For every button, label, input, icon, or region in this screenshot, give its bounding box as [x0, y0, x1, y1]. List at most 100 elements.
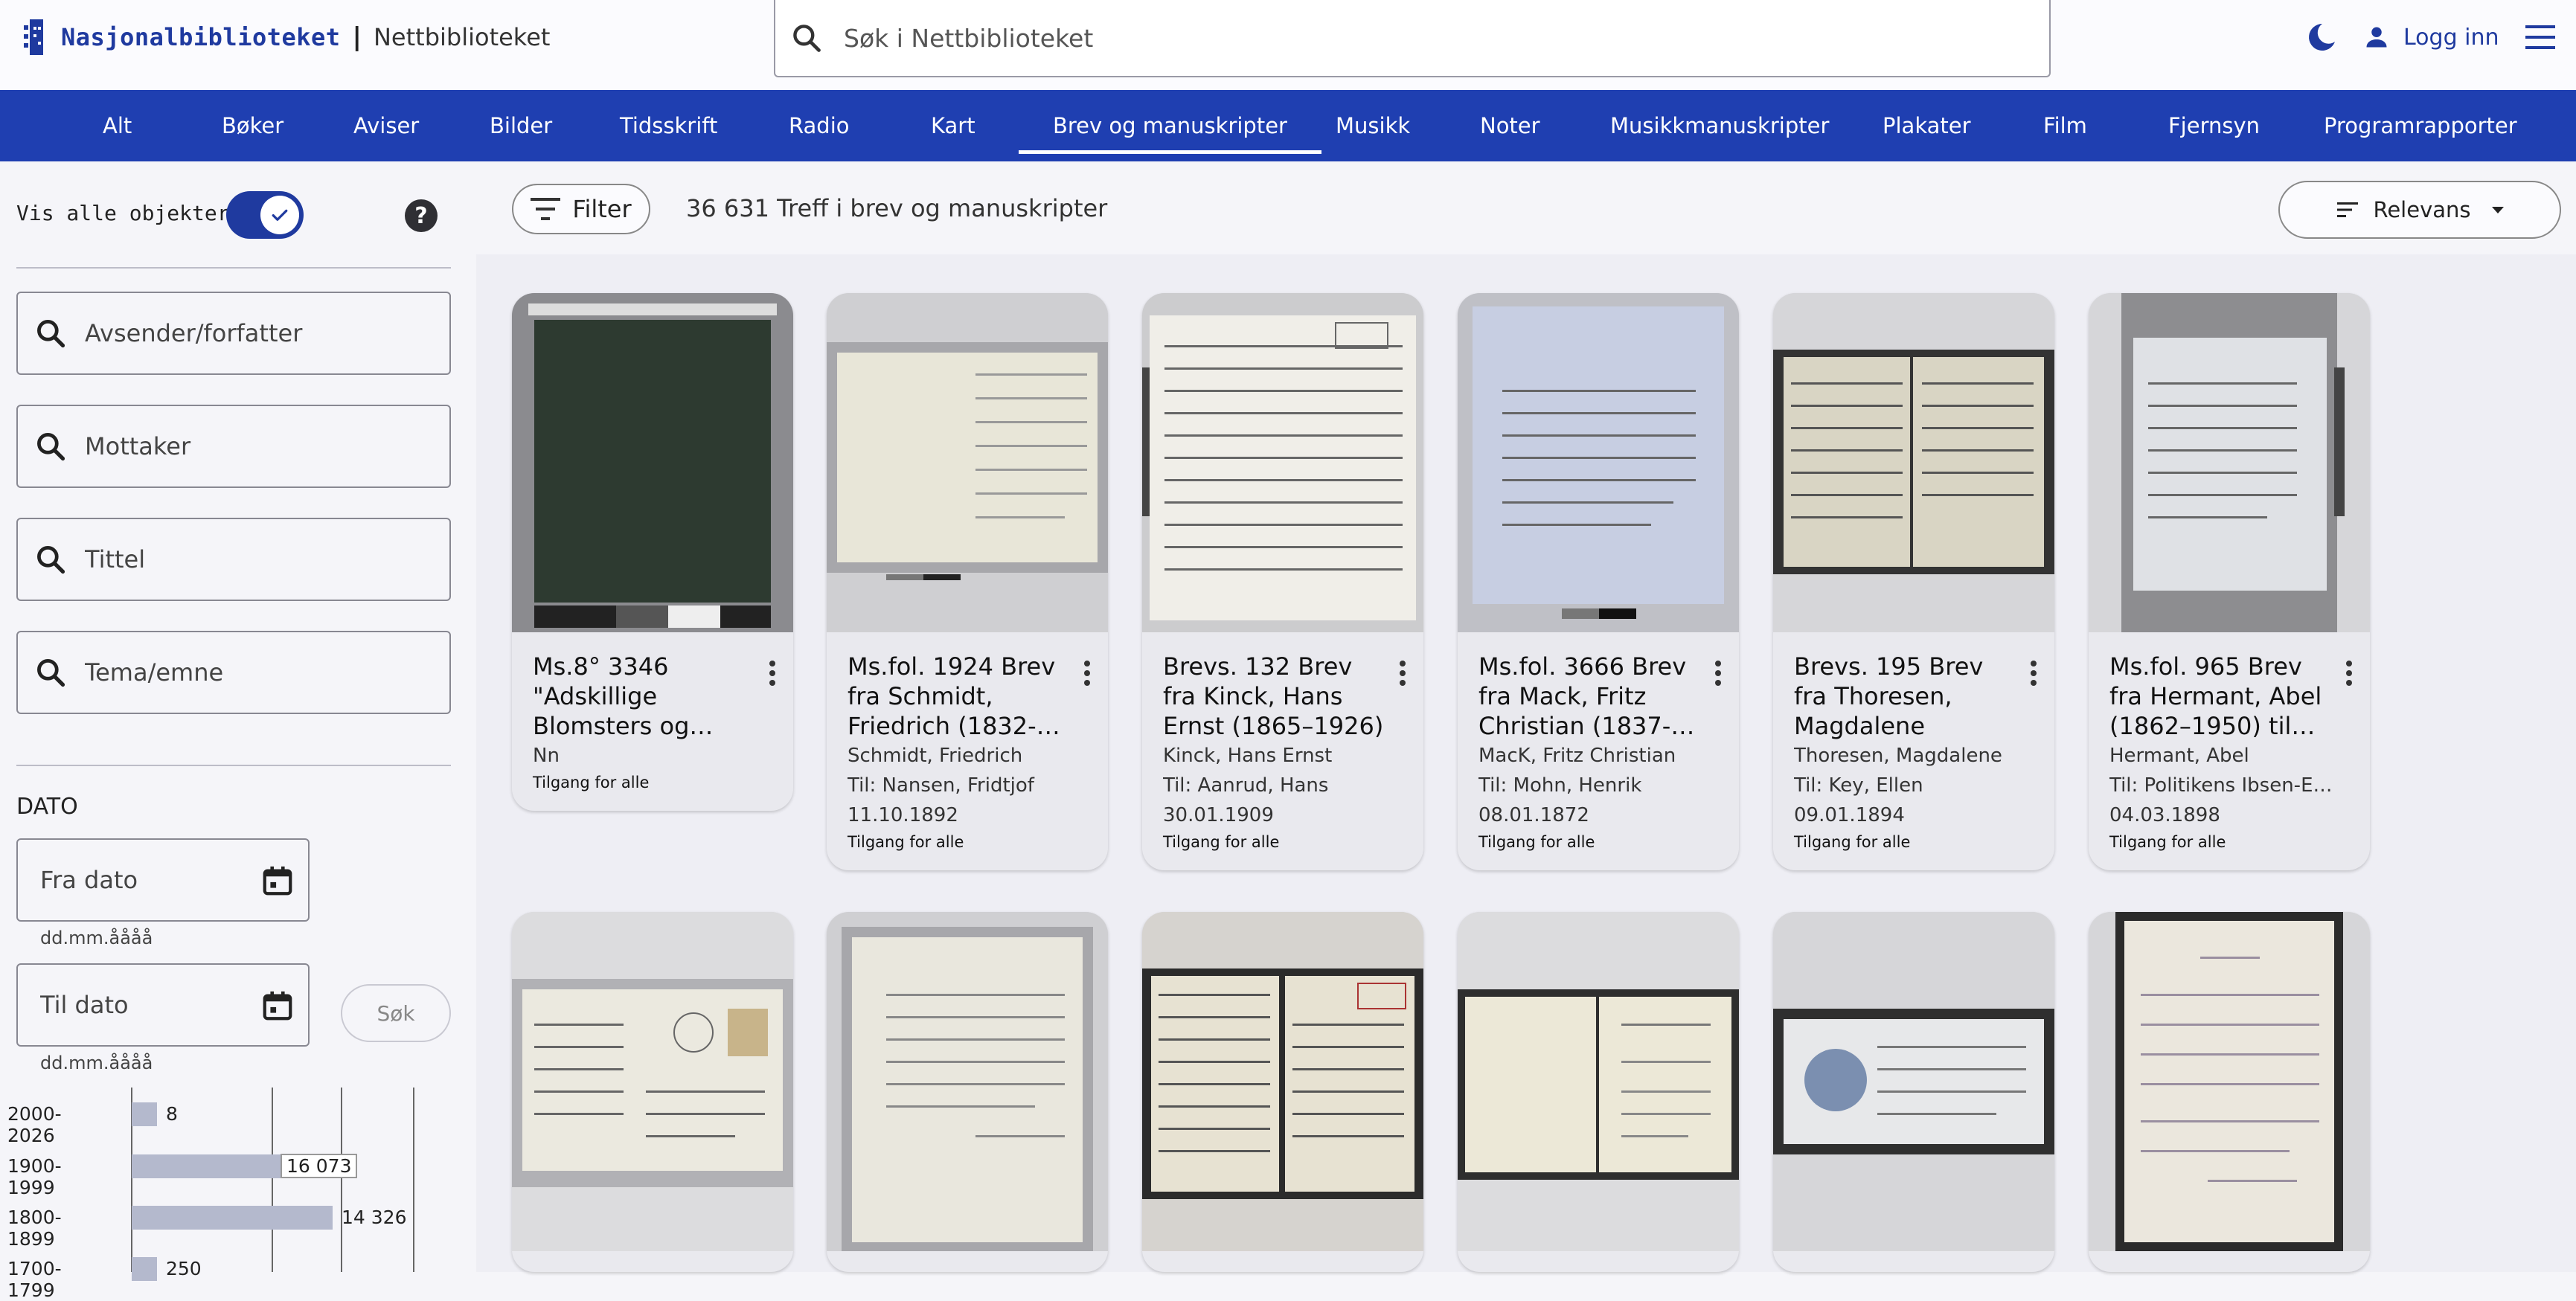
card-body: Ms.8° 3346 "Adskillige Blomsters og… Nn …: [512, 632, 793, 811]
login-button[interactable]: Logg inn: [2363, 18, 2499, 57]
filter-button[interactable]: Filter: [512, 184, 650, 234]
calendar-icon[interactable]: [260, 864, 295, 898]
card-access: Tilgang for alle: [848, 833, 964, 851]
nav-tab-fjernsyn[interactable]: Fjernsyn: [2168, 90, 2260, 161]
result-card[interactable]: Ms.fol. 1924 Brev fra Schmidt, Friedrich…: [827, 293, 1108, 870]
letter-thumbnail: [827, 912, 1108, 1251]
help-icon[interactable]: ?: [405, 199, 438, 232]
histogram-label: 2000-2026: [7, 1103, 62, 1146]
nav-tab-plakater[interactable]: Plakater: [1883, 90, 1971, 161]
card-access: Tilgang for alle: [1794, 833, 1911, 851]
card-body: Brevs. 195 Brev fra Thoresen, Magdalene …: [1773, 632, 2054, 870]
to-date-input[interactable]: [40, 991, 249, 1019]
user-icon: [2366, 27, 2387, 48]
letter-thumbnail: [1142, 293, 1423, 632]
card-title[interactable]: Ms.8° 3346 "Adskillige Blomsters og…: [533, 652, 756, 741]
card-recipient: Til: Aanrud, Hans: [1163, 774, 1329, 797]
card-date: 04.03.1898: [2109, 804, 2220, 826]
nav-tab-noter[interactable]: Noter: [1480, 90, 1540, 161]
histogram-row[interactable]: 2000-2026 8: [0, 1099, 476, 1146]
histogram-row[interactable]: 1900-1999 16 073: [0, 1151, 476, 1198]
histogram-bar[interactable]: [132, 1206, 333, 1230]
dark-mode-icon[interactable]: [2304, 19, 2339, 55]
card-recipient: Til: Nansen, Fridtjof: [848, 774, 1034, 797]
card-access: Tilgang for alle: [533, 774, 650, 791]
search-icon: [37, 659, 65, 687]
card-title[interactable]: Ms.fol. 1924 Brev fra Schmidt, Friedrich…: [848, 652, 1071, 741]
calendar-icon[interactable]: [260, 989, 295, 1023]
nav-tab-boker[interactable]: Bøker: [222, 90, 283, 161]
nav-tab-musikkmanuskripter[interactable]: Musikkmanuskripter: [1610, 90, 1829, 161]
card-date: 11.10.1892: [848, 804, 958, 826]
from-date-input[interactable]: [40, 866, 249, 894]
subject-field[interactable]: [16, 631, 451, 714]
nav-tab-brev-og-manuskripter[interactable]: Brev og manuskripter: [1019, 90, 1321, 161]
more-options-icon[interactable]: [769, 661, 775, 686]
histogram-count: 16 073: [281, 1154, 358, 1178]
sort-dropdown[interactable]: Relevans: [2278, 181, 2561, 239]
to-date-field[interactable]: [16, 963, 310, 1047]
result-card[interactable]: [1458, 912, 1739, 1272]
result-card[interactable]: [512, 912, 793, 1272]
result-card[interactable]: Brevs. 195 Brev fra Thoresen, Magdalene …: [1773, 293, 2054, 870]
result-card[interactable]: [1773, 912, 2054, 1272]
histogram-bar[interactable]: [132, 1257, 157, 1281]
category-nav: Alt Bøker Aviser Bilder Tidsskrift Radio…: [0, 90, 2576, 161]
manuscript-thumbnail: [512, 293, 793, 632]
hamburger-menu-icon[interactable]: [2524, 22, 2557, 52]
result-card[interactable]: [1142, 912, 1423, 1272]
more-options-icon[interactable]: [2031, 661, 2037, 686]
more-options-icon[interactable]: [2346, 661, 2352, 686]
nav-tab-musikk[interactable]: Musikk: [1336, 90, 1410, 161]
card-body: Ms.fol. 965 Brev fra Hermant, Abel (1862…: [2089, 632, 2370, 870]
library-logo-icon: [24, 19, 43, 55]
from-date-field[interactable]: [16, 838, 310, 922]
card-title[interactable]: Brevs. 195 Brev fra Thoresen, Magdalene …: [1794, 652, 2017, 741]
nav-tab-aviser[interactable]: Aviser: [353, 90, 419, 161]
subject-input[interactable]: [85, 658, 442, 687]
nav-tab-kart[interactable]: Kart: [931, 90, 975, 161]
nav-tab-bilder[interactable]: Bilder: [490, 90, 552, 161]
toggle-knob: [260, 196, 299, 234]
result-card[interactable]: Ms.fol. 3666 Brev fra Mack, Fritz Christ…: [1458, 293, 1739, 870]
nav-tab-programrapporter[interactable]: Programrapporter: [2324, 90, 2517, 161]
check-icon: [272, 209, 288, 221]
title-input[interactable]: [85, 545, 442, 574]
result-card[interactable]: [827, 912, 1108, 1272]
histogram-count: 8: [166, 1103, 178, 1125]
letter-thumbnail: [1773, 293, 2054, 632]
result-card[interactable]: Brevs. 132 Brev fra Kinck, Hans Ernst (1…: [1142, 293, 1423, 870]
nav-tab-alt[interactable]: Alt: [103, 90, 132, 161]
sender-author-input[interactable]: [85, 319, 442, 347]
chevron-down-icon: [2491, 206, 2504, 213]
sender-author-field[interactable]: [16, 292, 451, 375]
result-card[interactable]: [2089, 912, 2370, 1272]
date-search-button[interactable]: Søk: [341, 984, 451, 1042]
more-options-icon[interactable]: [1400, 661, 1406, 686]
show-all-toggle[interactable]: [226, 191, 304, 239]
histogram-row[interactable]: 1800-1899 14 326: [0, 1203, 476, 1250]
logo[interactable]: Nasjonalbiblioteket | Nettbiblioteket: [22, 16, 550, 58]
nav-tab-film[interactable]: Film: [2043, 90, 2087, 161]
card-title[interactable]: Ms.fol. 965 Brev fra Hermant, Abel (1862…: [2109, 652, 2333, 741]
histogram-row[interactable]: 1700-1799 250: [0, 1254, 476, 1301]
card-author: Schmidt, Friedrich: [848, 745, 1023, 767]
card-title[interactable]: Ms.fol. 3666 Brev fra Mack, Fritz Christ…: [1478, 652, 1702, 741]
recipient-field[interactable]: [16, 405, 451, 488]
histogram-bar[interactable]: [132, 1102, 157, 1126]
result-card[interactable]: Ms.8° 3346 "Adskillige Blomsters og… Nn …: [512, 293, 793, 811]
more-options-icon[interactable]: [1084, 661, 1090, 686]
card-author: Thoresen, Magdalene: [1794, 745, 2002, 767]
card-recipient: Til: Politikens Ibsen-E…: [2109, 774, 2333, 797]
result-card[interactable]: Ms.fol. 965 Brev fra Hermant, Abel (1862…: [2089, 293, 2370, 870]
nav-tab-radio[interactable]: Radio: [789, 90, 850, 161]
card-body: Ms.fol. 1924 Brev fra Schmidt, Friedrich…: [827, 632, 1108, 870]
main-search-input[interactable]: [844, 23, 1960, 53]
card-author: MacK, Fritz Christian: [1478, 745, 1676, 767]
card-title[interactable]: Brevs. 132 Brev fra Kinck, Hans Ernst (1…: [1163, 652, 1386, 741]
title-field[interactable]: [16, 518, 451, 601]
more-options-icon[interactable]: [1715, 661, 1721, 686]
recipient-input[interactable]: [85, 432, 442, 460]
nav-tab-tidsskrift[interactable]: Tidsskrift: [620, 90, 717, 161]
histogram-count: 250: [166, 1258, 202, 1279]
